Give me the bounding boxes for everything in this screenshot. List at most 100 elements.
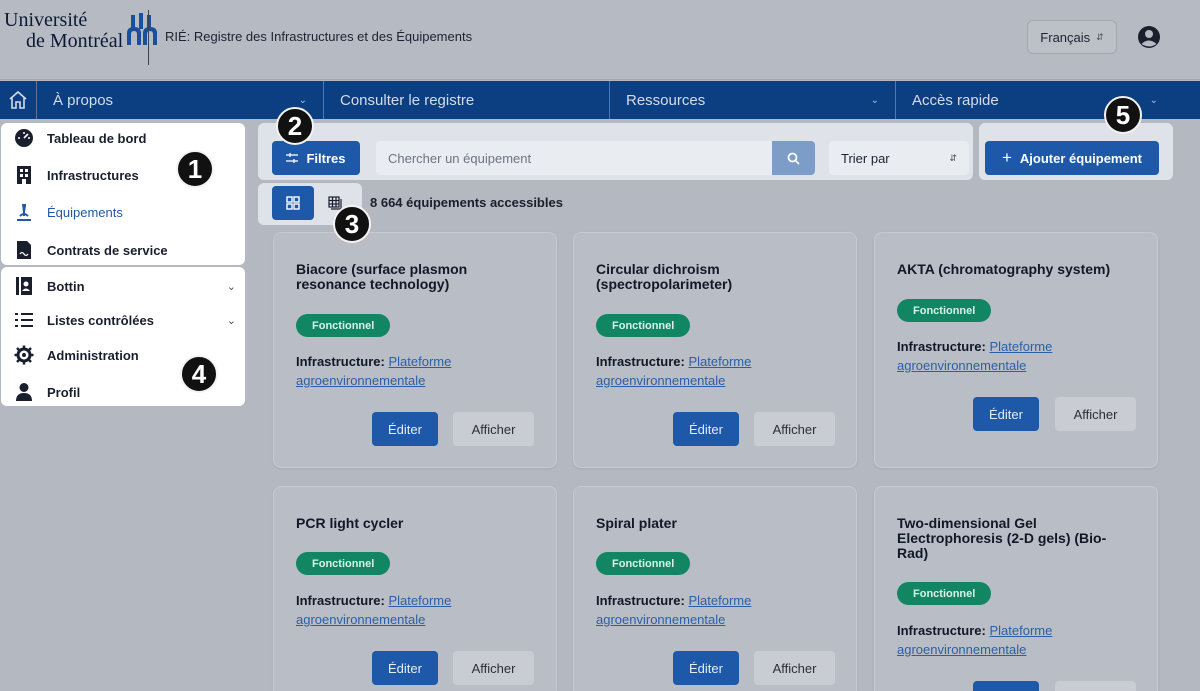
chevron-down-icon: ⌄ bbox=[226, 280, 236, 293]
nav-label: Consulter le registre bbox=[340, 91, 475, 109]
site-title: RIÉ: Registre des Infrastructures et des… bbox=[165, 29, 473, 44]
infrastructure-info: Infrastructure: Plateforme agroenvironne… bbox=[897, 621, 1137, 659]
equipment-title: Two-dimensional Gel Electrophoresis (2-D… bbox=[897, 515, 1107, 561]
equipment-card: Spiral plater Fonctionnel Infrastructure… bbox=[573, 486, 857, 691]
search-input[interactable] bbox=[376, 141, 774, 175]
view-button[interactable]: Afficher bbox=[453, 651, 534, 685]
university-logo[interactable]: Université de Montréal bbox=[4, 10, 161, 52]
filters-button[interactable]: Filtres bbox=[272, 141, 360, 175]
infrastructure-label: Infrastructure: bbox=[296, 593, 385, 608]
home-icon bbox=[9, 90, 27, 109]
main-nav: À propos ⌄ Consulter le registre Ressour… bbox=[0, 81, 1200, 119]
view-button[interactable]: Afficher bbox=[1055, 397, 1136, 431]
add-equipment-button[interactable]: + Ajouter équipement bbox=[985, 141, 1159, 175]
infrastructure-label: Infrastructure: bbox=[897, 339, 986, 354]
infrastructure-info: Infrastructure: Plateforme agroenvironne… bbox=[897, 337, 1137, 375]
callout-badge-2: 2 bbox=[276, 107, 314, 145]
sidebar-item-label: Bottin bbox=[47, 278, 85, 294]
chevron-down-icon: ⌄ bbox=[226, 314, 236, 327]
list-icon bbox=[14, 310, 34, 330]
edit-button[interactable]: Éditer bbox=[372, 651, 438, 685]
view-button[interactable]: Afficher bbox=[453, 412, 534, 446]
callout-badge-5: 5 bbox=[1104, 96, 1142, 134]
infrastructure-label: Infrastructure: bbox=[296, 354, 385, 369]
equipment-card: Biacore (surface plasmon resonance techn… bbox=[273, 232, 557, 468]
infrastructure-label: Infrastructure: bbox=[596, 593, 685, 608]
equipment-card: PCR light cycler Fonctionnel Infrastruct… bbox=[273, 486, 557, 691]
equipment-title: PCR light cycler bbox=[296, 515, 404, 531]
infrastructure-info: Infrastructure: Plateforme agroenvironne… bbox=[596, 352, 836, 390]
infrastructure-label: Infrastructure: bbox=[897, 623, 986, 638]
university-emblem-icon bbox=[127, 13, 158, 45]
status-badge: Fonctionnel bbox=[296, 552, 391, 575]
equipment-card: Circular dichroism (spectropolarimeter) … bbox=[573, 232, 857, 468]
callout-badge-1: 1 bbox=[176, 150, 214, 188]
status-badge: Fonctionnel bbox=[897, 299, 992, 322]
infrastructure-label: Infrastructure: bbox=[596, 354, 685, 369]
infrastructure-info: Infrastructure: Plateforme agroenvironne… bbox=[296, 591, 536, 629]
gear-icon bbox=[14, 345, 34, 365]
grid-view-button[interactable] bbox=[272, 186, 314, 220]
callout-badge-3: 3 bbox=[333, 205, 371, 243]
sidebar-item-label: Administration bbox=[47, 347, 139, 363]
sort-label: Trier par bbox=[841, 150, 890, 166]
nav-label: Accès rapide bbox=[912, 91, 999, 109]
callout-badge-4: 4 bbox=[180, 355, 218, 393]
sidebar-item-label: Contrats de service bbox=[47, 242, 168, 258]
home-button[interactable] bbox=[0, 81, 37, 119]
search-button[interactable] bbox=[772, 141, 815, 175]
view-button[interactable]: Afficher bbox=[754, 412, 835, 446]
edit-button[interactable]: Éditer bbox=[673, 412, 739, 446]
infrastructure-info: Infrastructure: Plateforme agroenvironne… bbox=[296, 352, 536, 390]
directory-icon bbox=[14, 276, 34, 296]
user-icon bbox=[14, 382, 34, 402]
sidebar-item-label: Listes contrôlées bbox=[47, 312, 154, 328]
equipment-card: Two-dimensional Gel Electrophoresis (2-D… bbox=[874, 486, 1158, 691]
sidebar-item-contrats[interactable]: Contrats de service bbox=[14, 240, 236, 260]
status-badge: Fonctionnel bbox=[596, 552, 691, 575]
edit-button[interactable]: Éditer bbox=[673, 651, 739, 685]
sidebar-item-bottin[interactable]: Bottin ⌄ bbox=[14, 276, 236, 296]
equipment-title: Spiral plater bbox=[596, 515, 677, 531]
chevron-down-icon: ⌄ bbox=[870, 94, 879, 106]
sidebar-item-equipements[interactable]: Équipements bbox=[14, 202, 236, 222]
edit-button[interactable] bbox=[973, 681, 1039, 691]
chevron-down-icon: ⌄ bbox=[1149, 94, 1158, 106]
contract-icon bbox=[14, 240, 34, 260]
dashboard-icon bbox=[14, 128, 34, 148]
grid-icon bbox=[286, 196, 300, 210]
add-label: Ajouter équipement bbox=[1019, 150, 1142, 166]
top-header: Université de Montréal RIÉ: Registre des… bbox=[0, 0, 1200, 80]
sidebar-item-label: Équipements bbox=[47, 204, 123, 220]
sidebar-item-tableau-de-bord[interactable]: Tableau de bord bbox=[14, 128, 236, 148]
status-badge: Fonctionnel bbox=[897, 582, 992, 605]
logo-line-2: de Montréal bbox=[26, 30, 124, 52]
nav-label: À propos bbox=[53, 91, 114, 109]
status-badge: Fonctionnel bbox=[596, 314, 691, 337]
sort-arrows-icon: ⇵ bbox=[949, 152, 957, 163]
language-select[interactable]: Français ⇵ bbox=[1027, 20, 1117, 54]
nav-label: Ressources bbox=[626, 91, 706, 109]
language-label: Français bbox=[1040, 29, 1091, 45]
building-icon bbox=[14, 165, 34, 185]
view-button[interactable] bbox=[1055, 681, 1136, 691]
sidebar-item-label: Profil bbox=[47, 384, 81, 400]
edit-button[interactable]: Éditer bbox=[973, 397, 1039, 431]
header-divider bbox=[148, 10, 149, 65]
sidebar-item-label: Infrastructures bbox=[47, 167, 139, 183]
results-count: 8 664 équipements accessibles bbox=[370, 195, 563, 210]
equipment-title: Biacore (surface plasmon resonance techn… bbox=[296, 261, 468, 292]
status-badge: Fonctionnel bbox=[296, 314, 391, 337]
chevron-down-icon: ⌄ bbox=[298, 94, 307, 106]
edit-button[interactable]: Éditer bbox=[372, 412, 438, 446]
logo-line-1: Université bbox=[4, 9, 88, 31]
nav-item-ressources[interactable]: Ressources ⌄ bbox=[610, 81, 896, 119]
nav-item-consulter[interactable]: Consulter le registre bbox=[324, 81, 610, 119]
search-icon bbox=[787, 152, 800, 165]
sidebar-item-listes[interactable]: Listes contrôlées ⌄ bbox=[14, 310, 236, 330]
account-icon[interactable] bbox=[1137, 25, 1161, 49]
plus-icon: + bbox=[1001, 148, 1012, 167]
sort-select[interactable]: Trier par ⇵ bbox=[829, 141, 969, 175]
view-button[interactable]: Afficher bbox=[754, 651, 835, 685]
microscope-icon bbox=[14, 202, 34, 222]
